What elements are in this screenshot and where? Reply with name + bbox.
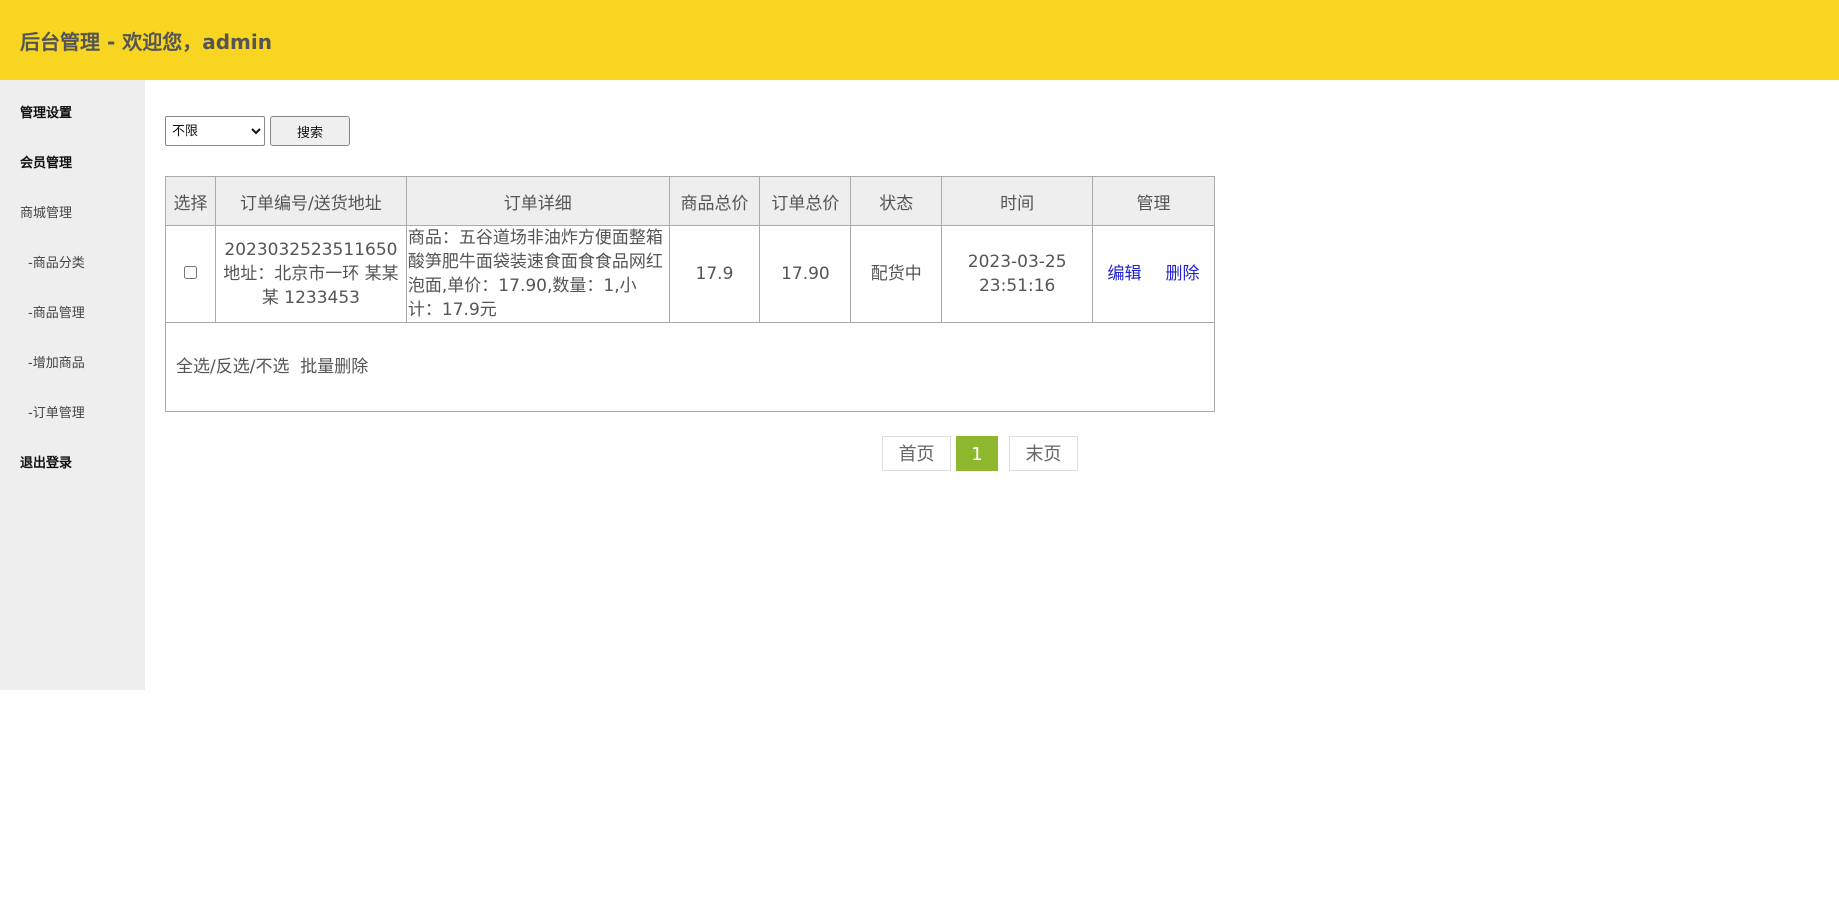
status-filter-select[interactable]: 不限	[165, 116, 265, 146]
table-footer-row: 全选/反选/不选 批量删除	[165, 322, 1215, 412]
last-page-button[interactable]: 末页	[1009, 436, 1078, 471]
page-title: 后台管理 - 欢迎您，admin	[20, 30, 272, 54]
select-none-link[interactable]: 不选	[255, 357, 289, 377]
order-date: 2023-03-25	[967, 252, 1067, 272]
sidebar-item-add-product[interactable]: -增加商品	[28, 352, 85, 371]
column-header-order-total: 订单总价	[759, 176, 852, 226]
search-button[interactable]: 搜索	[270, 116, 350, 146]
row-select-checkbox[interactable]	[184, 266, 198, 279]
column-header-order-detail: 订单详细	[405, 176, 670, 226]
batch-delete-link[interactable]: 批量删除	[300, 357, 368, 377]
table-header-row: 选择 订单编号/送货地址 订单详细 商品总价 订单总价 状态 时间 管理	[165, 176, 1215, 226]
table-row: 2023032523511650 地址：北京市一环 某某某 1233453 商品…	[165, 225, 1215, 323]
batch-actions-cell: 全选/反选/不选 批量删除	[165, 322, 1215, 412]
sidebar: 管理设置 会员管理 商城管理 -商品分类 -商品管理 -增加商品 -订单管理 退…	[0, 80, 145, 690]
column-header-manage: 管理	[1092, 176, 1215, 226]
order-total-cell: 17.90	[759, 225, 852, 323]
column-header-order-no-address: 订单编号/送货地址	[214, 176, 407, 226]
sidebar-item-product-management[interactable]: -商品管理	[28, 302, 85, 321]
sidebar-item-member-management[interactable]: 会员管理	[20, 152, 72, 171]
sidebar-item-product-category[interactable]: -商品分类	[28, 252, 85, 271]
order-time: 23:51:16	[978, 276, 1056, 296]
goods-total-cell: 17.9	[668, 225, 761, 323]
select-all-link[interactable]: 全选	[176, 357, 210, 377]
first-page-button[interactable]: 首页	[882, 436, 951, 471]
time-cell: 2023-03-25 23:51:16	[941, 225, 1094, 323]
invert-selection-link[interactable]: 反选	[216, 357, 250, 377]
sidebar-item-mall-management[interactable]: 商城管理	[20, 202, 72, 221]
sidebar-item-order-management[interactable]: -订单管理	[28, 402, 85, 421]
column-header-goods-total: 商品总价	[668, 176, 761, 226]
delete-link[interactable]: 删除	[1166, 264, 1200, 284]
sidebar-item-admin-settings[interactable]: 管理设置	[20, 102, 72, 121]
select-cell	[165, 225, 216, 323]
manage-cell: 编辑 删除	[1092, 225, 1215, 323]
top-header: 后台管理 - 欢迎您，admin	[0, 0, 1839, 80]
order-number: 2023032523511650	[224, 240, 398, 260]
column-header-time: 时间	[941, 176, 1094, 226]
order-detail-cell: 商品：五谷道场非油炸方便面整箱酸笋肥牛面袋装速食面食食品网红泡面,单价：17.9…	[405, 225, 670, 323]
status-cell: 配货中	[850, 225, 943, 323]
sidebar-item-logout[interactable]: 退出登录	[20, 452, 72, 471]
delivery-address: 地址：北京市一环 某某某 1233453	[223, 264, 399, 308]
edit-link[interactable]: 编辑	[1108, 264, 1142, 284]
column-header-status: 状态	[850, 176, 943, 226]
current-page-button[interactable]: 1	[956, 436, 998, 471]
order-no-address-cell: 2023032523511650 地址：北京市一环 某某某 1233453	[214, 225, 407, 323]
orders-table: 选择 订单编号/送货地址 订单详细 商品总价 订单总价 状态 时间 管理 202…	[165, 176, 1215, 412]
column-header-select: 选择	[165, 176, 216, 226]
